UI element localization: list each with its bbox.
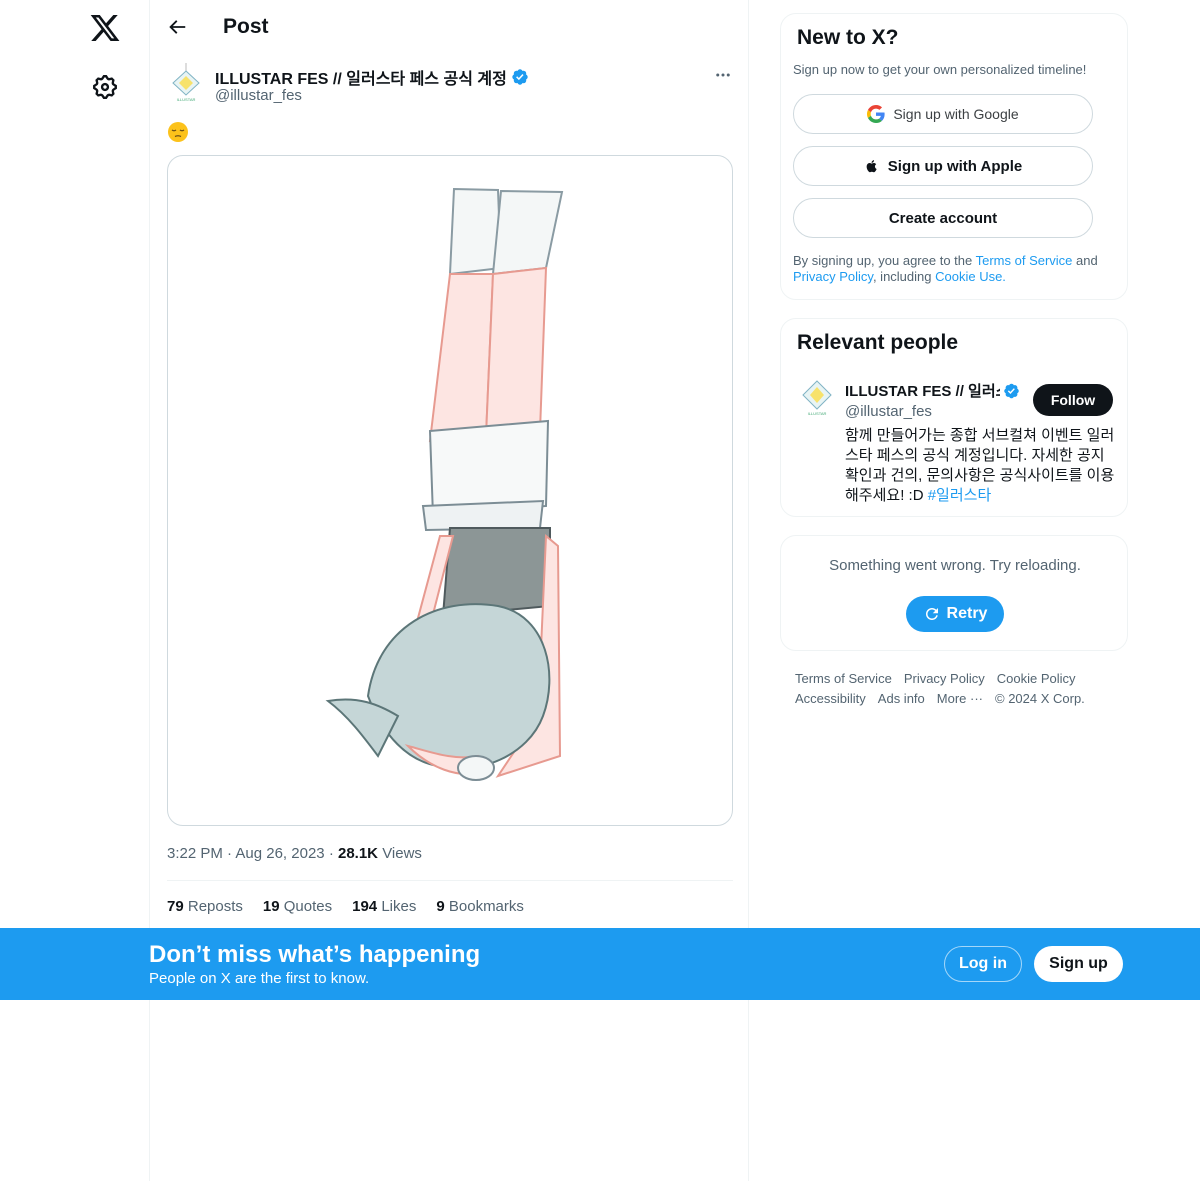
- main-column: Post ILLUSTAR ILLUSTAR FES // 일러스타 페스 공식…: [149, 0, 749, 1181]
- terms-including: , including: [872, 269, 936, 284]
- error-message: Something went wrong. Try reloading.: [829, 557, 1081, 574]
- retry-label: Retry: [946, 605, 988, 622]
- divider: [167, 880, 733, 881]
- create-account-button[interactable]: Create account: [793, 198, 1093, 238]
- stat-count: 79: [167, 898, 184, 915]
- relevant-people-card: Relevant people ILLUSTAR ILLUSTAR FES //…: [780, 318, 1128, 517]
- back-arrow-icon[interactable]: [166, 16, 188, 38]
- post-image[interactable]: [167, 155, 733, 826]
- author-name-text[interactable]: ILLUSTAR FES // 일러스타 페스 공식 계정: [215, 65, 507, 89]
- verified-badge-icon: [512, 69, 528, 85]
- relevant-person-bio: 함께 만들어가는 종합 서브컬쳐 이벤트 일러스타 페스의 공식 계정입니다. …: [845, 426, 1115, 506]
- terms-text: By signing up, you agree to the Terms of…: [793, 253, 1123, 285]
- gear-icon[interactable]: [91, 73, 119, 101]
- meta-separator: ·: [227, 845, 233, 862]
- privacy-policy-link[interactable]: Privacy Policy: [793, 269, 873, 284]
- stat-reposts[interactable]: 79 Reposts: [167, 898, 243, 915]
- svg-text:ILLUSTAR: ILLUSTAR: [808, 411, 827, 416]
- verified-badge-icon: [1004, 383, 1019, 398]
- hashtag-link[interactable]: #일러스타: [928, 487, 992, 504]
- more-options-icon[interactable]: [712, 64, 734, 86]
- views-label: Views: [382, 845, 422, 862]
- post-time[interactable]: 3:22 PM: [167, 845, 223, 862]
- stat-count: 19: [262, 898, 280, 915]
- signup-card: New to X? Sign up now to get your own pe…: [780, 13, 1128, 300]
- svg-text:ILLUSTAR: ILLUSTAR: [177, 97, 196, 102]
- stat-label: Reposts: [187, 898, 243, 915]
- illustration-handstand-character: [325, 187, 564, 781]
- views-count: 28.1K: [337, 845, 379, 862]
- stat-count: 194: [352, 898, 378, 915]
- stat-label: Likes: [381, 898, 417, 915]
- signup-button[interactable]: Sign up: [1034, 946, 1123, 982]
- stat-likes[interactable]: 194 Likes: [352, 898, 416, 915]
- author-handle[interactable]: @illustar_fes: [215, 87, 302, 104]
- avatar[interactable]: ILLUSTAR: [797, 377, 837, 417]
- login-button[interactable]: Log in: [944, 946, 1022, 982]
- refresh-icon: [925, 608, 938, 620]
- x-logo-icon[interactable]: [89, 12, 121, 44]
- footer-link-accessibility[interactable]: Accessibility: [795, 689, 866, 709]
- footer-link-cookie[interactable]: Cookie Policy: [997, 669, 1076, 689]
- post-date[interactable]: Aug 26, 2023: [235, 845, 324, 862]
- signup-google-button[interactable]: Sign up with Google: [793, 94, 1093, 134]
- footer-link-more[interactable]: More ···: [937, 689, 983, 709]
- stat-quotes[interactable]: 19 Quotes: [263, 898, 332, 915]
- signup-google-label: Sign up with Google: [893, 106, 1019, 122]
- meta-separator: ·: [328, 845, 334, 862]
- terms-of-service-link[interactable]: Terms of Service: [976, 253, 1073, 268]
- pensive-face-emoji-icon: [168, 122, 188, 142]
- retry-button[interactable]: Retry: [906, 596, 1004, 632]
- google-icon: [867, 105, 885, 123]
- relevant-person-name-text[interactable]: ILLUSTAR FES // 일러스타 페스 공식 계정: [845, 380, 1000, 401]
- footer-link-ads[interactable]: Ads info: [878, 689, 925, 709]
- post-meta: 3:22 PM · Aug 26, 2023 · 28.1K Views: [167, 845, 422, 862]
- terms-and: and: [1072, 253, 1098, 268]
- footer-link-privacy[interactable]: Privacy Policy: [904, 669, 985, 689]
- footer-link-terms[interactable]: Terms of Service: [795, 669, 892, 689]
- follow-button[interactable]: Follow: [1033, 384, 1113, 416]
- bottom-signup-banner: Don’t miss what’s happening People on X …: [0, 928, 1200, 1000]
- footer-links: Terms of Service Privacy Policy Cookie Pol…: [795, 669, 1115, 709]
- author-name[interactable]: ILLUSTAR FES // 일러스타 페스 공식 계정: [215, 65, 529, 89]
- relevant-person-handle[interactable]: @illustar_fes: [845, 403, 932, 420]
- post-header: Post: [150, 0, 748, 56]
- cookie-use-link[interactable]: Cookie Use.: [935, 269, 1006, 284]
- create-account-label: Create account: [888, 209, 998, 227]
- page-title: Post: [223, 15, 269, 38]
- stat-bookmarks[interactable]: 9 Bookmarks: [436, 898, 524, 915]
- relevant-people-title: Relevant people: [797, 331, 959, 354]
- avatar[interactable]: ILLUSTAR: [166, 63, 206, 103]
- stat-label: Quotes: [283, 898, 333, 915]
- signup-apple-label: Sign up with Apple: [887, 157, 1023, 175]
- terms-prefix: By signing up, you agree to the: [793, 253, 976, 268]
- banner-subtitle: People on X are the first to know.: [149, 970, 370, 987]
- error-card: Something went wrong. Try reloading. Ret…: [780, 535, 1128, 651]
- left-nav: [0, 0, 149, 1181]
- apple-icon: [866, 160, 877, 173]
- signup-card-title: New to X?: [797, 26, 899, 49]
- signup-apple-button[interactable]: Sign up with Apple: [793, 146, 1093, 186]
- relevant-person-name[interactable]: ILLUSTAR FES // 일러스타 페스 공식 계정: [845, 380, 1020, 401]
- banner-title: Don’t miss what’s happening: [149, 941, 481, 968]
- stat-count: 9: [436, 898, 445, 915]
- signup-card-subtitle: Sign up now to get your own personalized…: [793, 62, 1087, 77]
- post-stats: 79 Reposts 19 Quotes 194 Likes 9 Bookmar…: [167, 898, 524, 915]
- stat-label: Bookmarks: [448, 898, 524, 915]
- footer-copyright: © 2024 X Corp.: [995, 691, 1085, 706]
